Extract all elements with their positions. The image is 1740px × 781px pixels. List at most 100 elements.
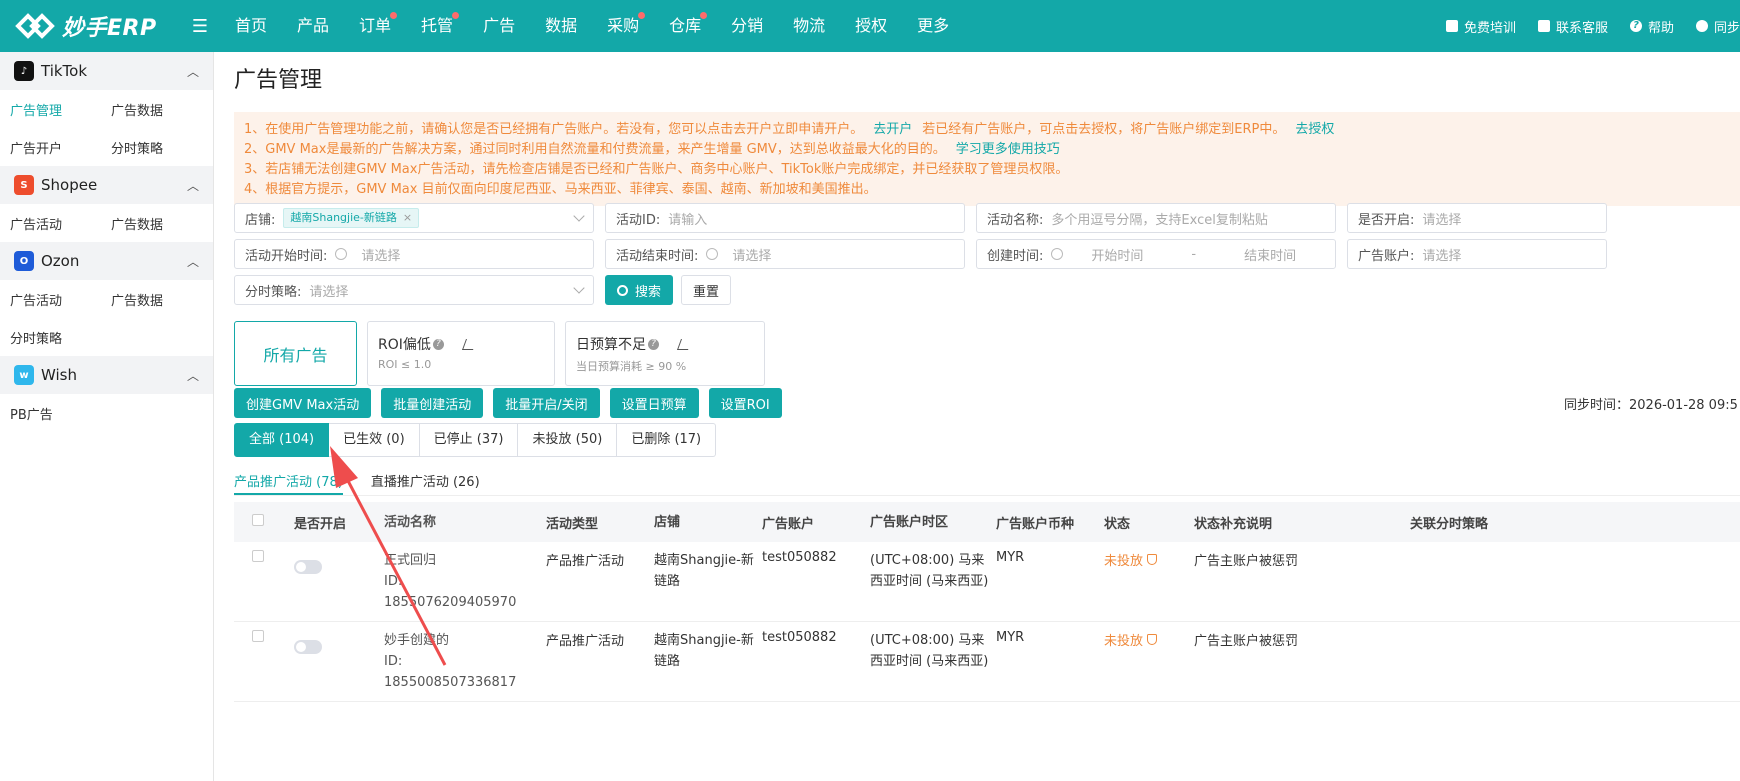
strategy-select[interactable]: 分时策略: 请选择 bbox=[234, 275, 594, 305]
open-account-link[interactable]: 去开户 bbox=[873, 122, 912, 137]
nav-hosting[interactable]: 托管 bbox=[406, 0, 468, 52]
set-daily-budget-button[interactable]: 设置日预算 bbox=[609, 388, 699, 418]
start-time-picker[interactable]: 活动开始时间: 请选择 bbox=[234, 239, 594, 269]
select-all-checkbox[interactable] bbox=[252, 514, 264, 526]
chevron-up-icon: ︿ bbox=[186, 64, 199, 79]
tab-active[interactable]: 已生效 (0) bbox=[329, 423, 420, 457]
sync-link[interactable]: 同步 bbox=[1695, 17, 1740, 36]
search-icon bbox=[617, 284, 628, 296]
enable-toggle[interactable] bbox=[294, 640, 322, 654]
edit-icon[interactable] bbox=[676, 338, 693, 350]
nav-products[interactable]: 产品 bbox=[282, 0, 344, 52]
help-icon: ? bbox=[1629, 20, 1642, 32]
sidebar-item-ozon-data[interactable]: 广告数据 bbox=[111, 290, 212, 309]
menu-toggle-icon[interactable]: ☰ bbox=[180, 16, 220, 37]
reset-button[interactable]: 重置 bbox=[681, 275, 732, 305]
created-time-range[interactable]: 创建时间: 开始时间 - 结束时间 bbox=[976, 239, 1336, 269]
chevron-up-icon: ︿ bbox=[186, 254, 199, 269]
ozon-icon: O bbox=[14, 251, 34, 271]
quick-filter-cards: 所有广告 ROI偏低? ROI ≤ 1.0 日预算不足? 当日预算消耗 ≥ 90… bbox=[234, 321, 775, 386]
clock-icon bbox=[1051, 248, 1064, 260]
search-button[interactable]: 搜索 bbox=[605, 275, 674, 305]
shield-icon bbox=[1147, 634, 1158, 645]
contact-support-link[interactable]: 联系客服 bbox=[1537, 17, 1608, 36]
close-icon[interactable]: × bbox=[403, 209, 412, 227]
store-select[interactable]: 店铺: 越南Shangjie-新链路 × bbox=[234, 203, 594, 233]
nav-data[interactable]: 数据 bbox=[530, 0, 592, 52]
enabled-select[interactable]: 是否开启: 请选择 bbox=[1347, 203, 1607, 233]
campaign-table: 是否开启 活动名称 活动类型 店铺 广告账户 广告账户时区 广告账户币种 状态 … bbox=[234, 502, 1740, 702]
row-checkbox[interactable] bbox=[252, 550, 264, 562]
card-budget-low[interactable]: 日预算不足? 当日预算消耗 ≥ 90 % bbox=[565, 321, 765, 386]
filter-row-2: 活动开始时间: 请选择 活动结束时间: 请选择 创建时间: 开始时间 - 结束时间 … bbox=[234, 239, 1618, 269]
sidebar-group-wish[interactable]: w Wish ︿ bbox=[0, 356, 213, 394]
tab-all[interactable]: 全部 (104) bbox=[234, 423, 330, 457]
page-title: 广告管理 bbox=[234, 68, 323, 93]
card-all-ads[interactable]: 所有广告 bbox=[234, 321, 357, 386]
nav-distribution[interactable]: 分销 bbox=[716, 0, 778, 52]
tab-product-campaigns[interactable]: 产品推广活动 (78) bbox=[234, 471, 343, 495]
sync-icon bbox=[1695, 20, 1708, 32]
sidebar-item-shopee-data[interactable]: 广告数据 bbox=[111, 214, 212, 233]
status-badge: 未投放 bbox=[1104, 550, 1158, 569]
edit-icon[interactable] bbox=[461, 338, 477, 350]
monitor-icon bbox=[1445, 20, 1458, 32]
status-tabs: 全部 (104) 已生效 (0) 已停止 (37) 未投放 (50) 已删除 (… bbox=[234, 423, 717, 457]
activity-name-input[interactable]: 活动名称: 多个用逗号分隔，支持Excel复制粘贴 bbox=[976, 203, 1336, 233]
nav-warehouse[interactable]: 仓库 bbox=[654, 0, 716, 52]
nav-purchase[interactable]: 采购 bbox=[592, 0, 654, 52]
activity-id-input[interactable]: 活动ID: 请输入 bbox=[605, 203, 965, 233]
help-icon: ? bbox=[432, 338, 444, 350]
sidebar-item-ad-account-open[interactable]: 广告开户 bbox=[10, 138, 111, 157]
card-low-roi[interactable]: ROI偏低? ROI ≤ 1.0 bbox=[367, 321, 555, 386]
sidebar-item-ozon-campaigns[interactable]: 广告活动 bbox=[10, 290, 111, 309]
table-row: 正式回归 ID: 1855076209405970 产品推广活动 越南Shangji… bbox=[234, 542, 1740, 622]
sidebar-item-ad-management[interactable]: 广告管理 bbox=[10, 100, 111, 119]
help-icon: ? bbox=[648, 338, 659, 350]
nav-more[interactable]: 更多 bbox=[902, 0, 964, 52]
help-link[interactable]: ? 帮助 bbox=[1629, 17, 1674, 36]
nav-home[interactable]: 首页 bbox=[220, 0, 282, 52]
brand-logo[interactable]: 妙手ERP bbox=[0, 10, 180, 42]
action-buttons: 创建GMV Max活动 批量创建活动 批量开启/关闭 设置日预算 设置ROI bbox=[234, 388, 792, 418]
sidebar-item-ad-data[interactable]: 广告数据 bbox=[111, 100, 212, 119]
top-right-links: 免费培训 联系客服 ? 帮助 同步 bbox=[1424, 0, 1740, 52]
nav-ads[interactable]: 广告 bbox=[468, 0, 530, 52]
filter-row-3: 分时策略: 请选择 搜索 重置 bbox=[234, 275, 732, 305]
tab-stopped[interactable]: 已停止 (37) bbox=[419, 423, 519, 457]
clock-icon bbox=[335, 248, 348, 260]
campaign-type-tabs: 产品推广活动 (78) 直播推广活动 (26) bbox=[234, 471, 1740, 496]
chevron-down-icon bbox=[573, 210, 585, 222]
sidebar-item-shopee-campaigns[interactable]: 广告活动 bbox=[10, 214, 111, 233]
end-time-picker[interactable]: 活动结束时间: 请选择 bbox=[605, 239, 965, 269]
ad-account-select[interactable]: 广告账户: 请选择 bbox=[1347, 239, 1607, 269]
set-roi-button[interactable]: 设置ROI bbox=[708, 388, 782, 418]
authorize-link[interactable]: 去授权 bbox=[1295, 122, 1334, 137]
table-row: 妙手创建的 ID: 1855008507336817 产品推广活动 越南Shangj… bbox=[234, 622, 1740, 702]
create-gmv-max-button[interactable]: 创建GMV Max活动 bbox=[234, 388, 372, 418]
learn-more-link[interactable]: 学习更多使用技巧 bbox=[956, 142, 1060, 157]
sidebar-item-time-strategy[interactable]: 分时策略 bbox=[111, 138, 212, 157]
sidebar-group-shopee[interactable]: S Shopee ︿ bbox=[0, 166, 213, 204]
batch-toggle-button[interactable]: 批量开启/关闭 bbox=[493, 388, 600, 418]
chevron-up-icon: ︿ bbox=[186, 178, 199, 193]
tiktok-icon: ♪ bbox=[14, 61, 34, 81]
enable-toggle[interactable] bbox=[294, 560, 322, 574]
nav-logistics[interactable]: 物流 bbox=[778, 0, 840, 52]
top-nav-bar: 妙手ERP ☰ 首页 产品 订单 托管 广告 数据 采购 仓库 分销 物流 授权… bbox=[0, 0, 1740, 52]
tab-deleted[interactable]: 已删除 (17) bbox=[617, 423, 717, 457]
free-training-link[interactable]: 免费培训 bbox=[1445, 17, 1516, 36]
nav-orders[interactable]: 订单 bbox=[344, 0, 406, 52]
sidebar-item-pb-ads[interactable]: PB广告 bbox=[10, 404, 111, 423]
filter-row-1: 店铺: 越南Shangjie-新链路 × 活动ID: 请输入 活动名称: 多个用逗号分… bbox=[234, 203, 1618, 233]
brand-name: 妙手ERP bbox=[62, 16, 157, 41]
nav-authorization[interactable]: 授权 bbox=[840, 0, 902, 52]
tab-live-campaigns[interactable]: 直播推广活动 (26) bbox=[371, 471, 480, 495]
sidebar-group-tiktok[interactable]: ♪ TikTok ︿ bbox=[0, 52, 213, 90]
sidebar-group-ozon[interactable]: O Ozon ︿ bbox=[0, 242, 213, 280]
clock-icon bbox=[706, 248, 719, 260]
batch-create-button[interactable]: 批量创建活动 bbox=[381, 388, 484, 418]
row-checkbox[interactable] bbox=[252, 630, 264, 642]
sidebar-item-ozon-strategy[interactable]: 分时策略 bbox=[10, 328, 111, 347]
tab-not-delivered[interactable]: 未投放 (50) bbox=[518, 423, 618, 457]
